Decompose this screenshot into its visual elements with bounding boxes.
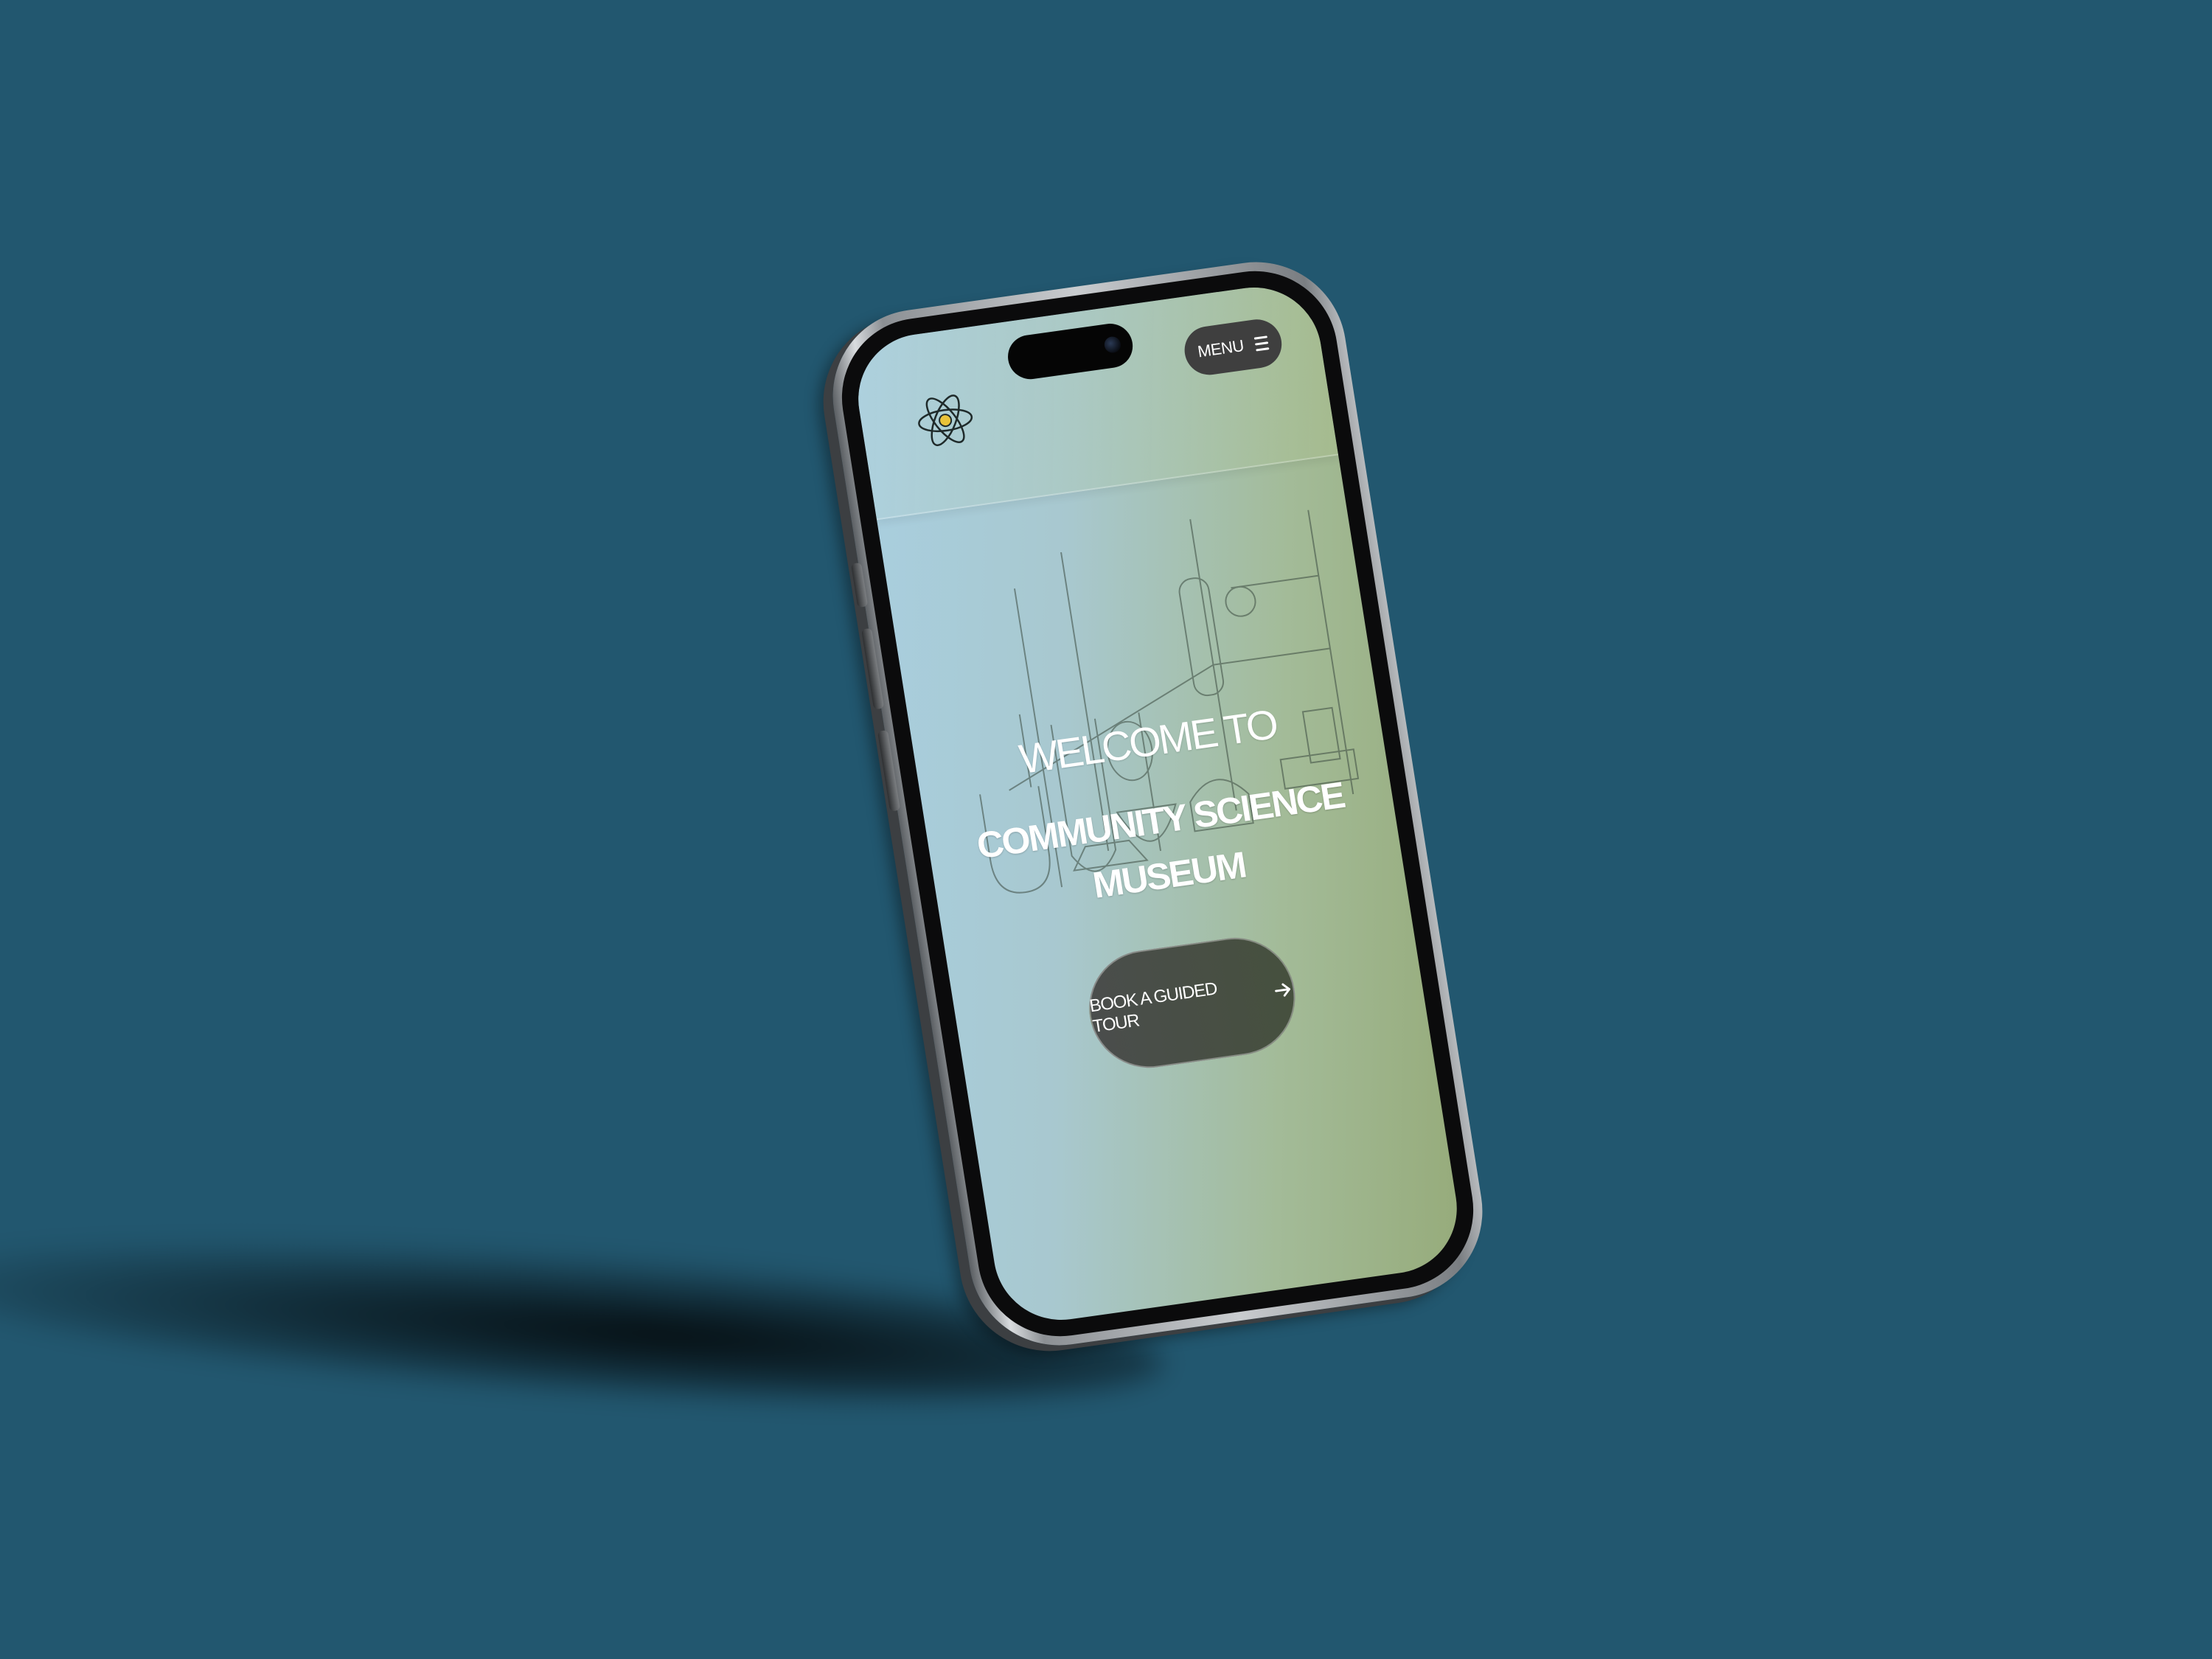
phone-mockup: MENU WELCOME TO COMMUNITY SCIENCE MUSEUM… xyxy=(820,251,1495,1357)
phone-screen: MENU WELCOME TO COMMUNITY SCIENCE MUSEUM… xyxy=(849,279,1467,1329)
book-guided-tour-button[interactable]: BOOK A GUIDED TOUR xyxy=(1080,930,1304,1076)
book-guided-tour-label: BOOK A GUIDED TOUR xyxy=(1088,978,1219,1037)
mockup-scene: MENU WELCOME TO COMMUNITY SCIENCE MUSEUM… xyxy=(0,0,2212,1659)
atom-icon[interactable] xyxy=(911,386,980,454)
front-camera xyxy=(1103,335,1122,354)
menu-label: MENU xyxy=(1196,335,1245,361)
hamburger-menu-icon xyxy=(1254,335,1270,351)
arrow-right-icon xyxy=(1275,983,1291,997)
